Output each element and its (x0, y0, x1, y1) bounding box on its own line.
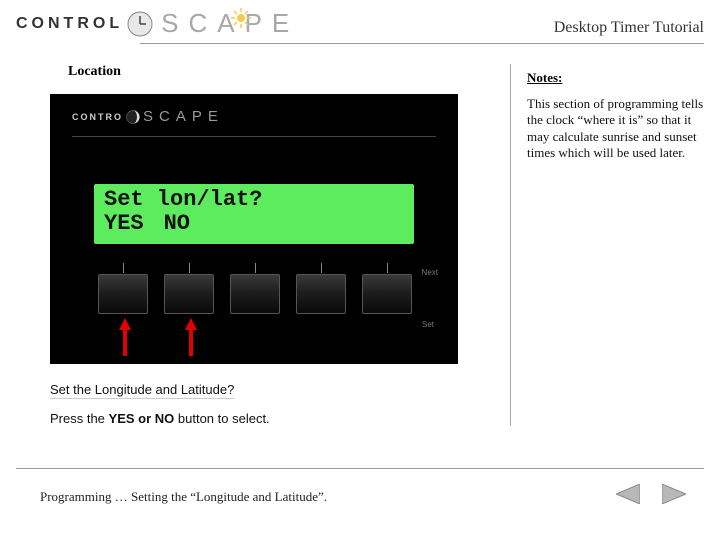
physical-button-1 (98, 274, 148, 314)
lcd-no: NO (164, 212, 190, 236)
lcd-display: Set lon/lat? YES NO (94, 184, 414, 244)
device-divider (72, 136, 436, 137)
pointer-arrow-2 (186, 318, 196, 356)
notes-column: Notes: This section of programming tells… (510, 64, 704, 426)
logo-control-text: CONTROL (16, 15, 123, 33)
device-logo-scape: SCAPE (143, 108, 224, 125)
prev-button[interactable] (616, 484, 640, 509)
left-column: Location CONTRO SCAPE Set lon/lat? YES N… (50, 64, 490, 426)
pointer-arrow-1 (120, 318, 130, 356)
moon-icon (126, 110, 140, 124)
physical-button-3 (230, 274, 280, 314)
arrow-left-icon (616, 484, 640, 504)
page-title: Desktop Timer Tutorial (554, 19, 704, 39)
sun-icon (231, 4, 251, 35)
physical-button-2 (164, 274, 214, 314)
footer-text: Programming … Setting the “Longitude and… (40, 489, 327, 505)
section-title: Location (68, 64, 490, 80)
instruction-action: Press the YES or NO button to select. (50, 411, 490, 426)
logo: CONTROL SCAPE (16, 8, 299, 39)
nav-arrows (616, 484, 696, 509)
lcd-line1: Set lon/lat? (104, 188, 404, 212)
notes-body: This section of programming tells the cl… (527, 96, 704, 161)
clock-icon (127, 11, 153, 37)
header: CONTROL SCAPE (0, 0, 720, 43)
arrow-right-icon (662, 484, 686, 504)
physical-button-row (98, 274, 412, 314)
instruction-question: Set the Longitude and Latitude? (50, 382, 490, 397)
device-photo: CONTRO SCAPE Set lon/lat? YES NO (50, 94, 458, 364)
lcd-line2: YES NO (104, 212, 404, 236)
footer-divider (16, 468, 704, 469)
device-label-set: Set (422, 320, 434, 329)
notes-title: Notes: (527, 70, 704, 86)
device-label-next: Next (422, 268, 438, 277)
next-button[interactable] (662, 484, 686, 509)
physical-button-4 (296, 274, 346, 314)
device-logo-control: CONTRO (72, 112, 123, 122)
footer: Programming … Setting the “Longitude and… (40, 484, 696, 509)
content-area: Location CONTRO SCAPE Set lon/lat? YES N… (0, 44, 720, 436)
lcd-yes: YES (104, 212, 144, 236)
device-logo: CONTRO SCAPE (72, 108, 224, 125)
logo-scape-text: SCAPE (161, 8, 299, 39)
physical-button-5 (362, 274, 412, 314)
